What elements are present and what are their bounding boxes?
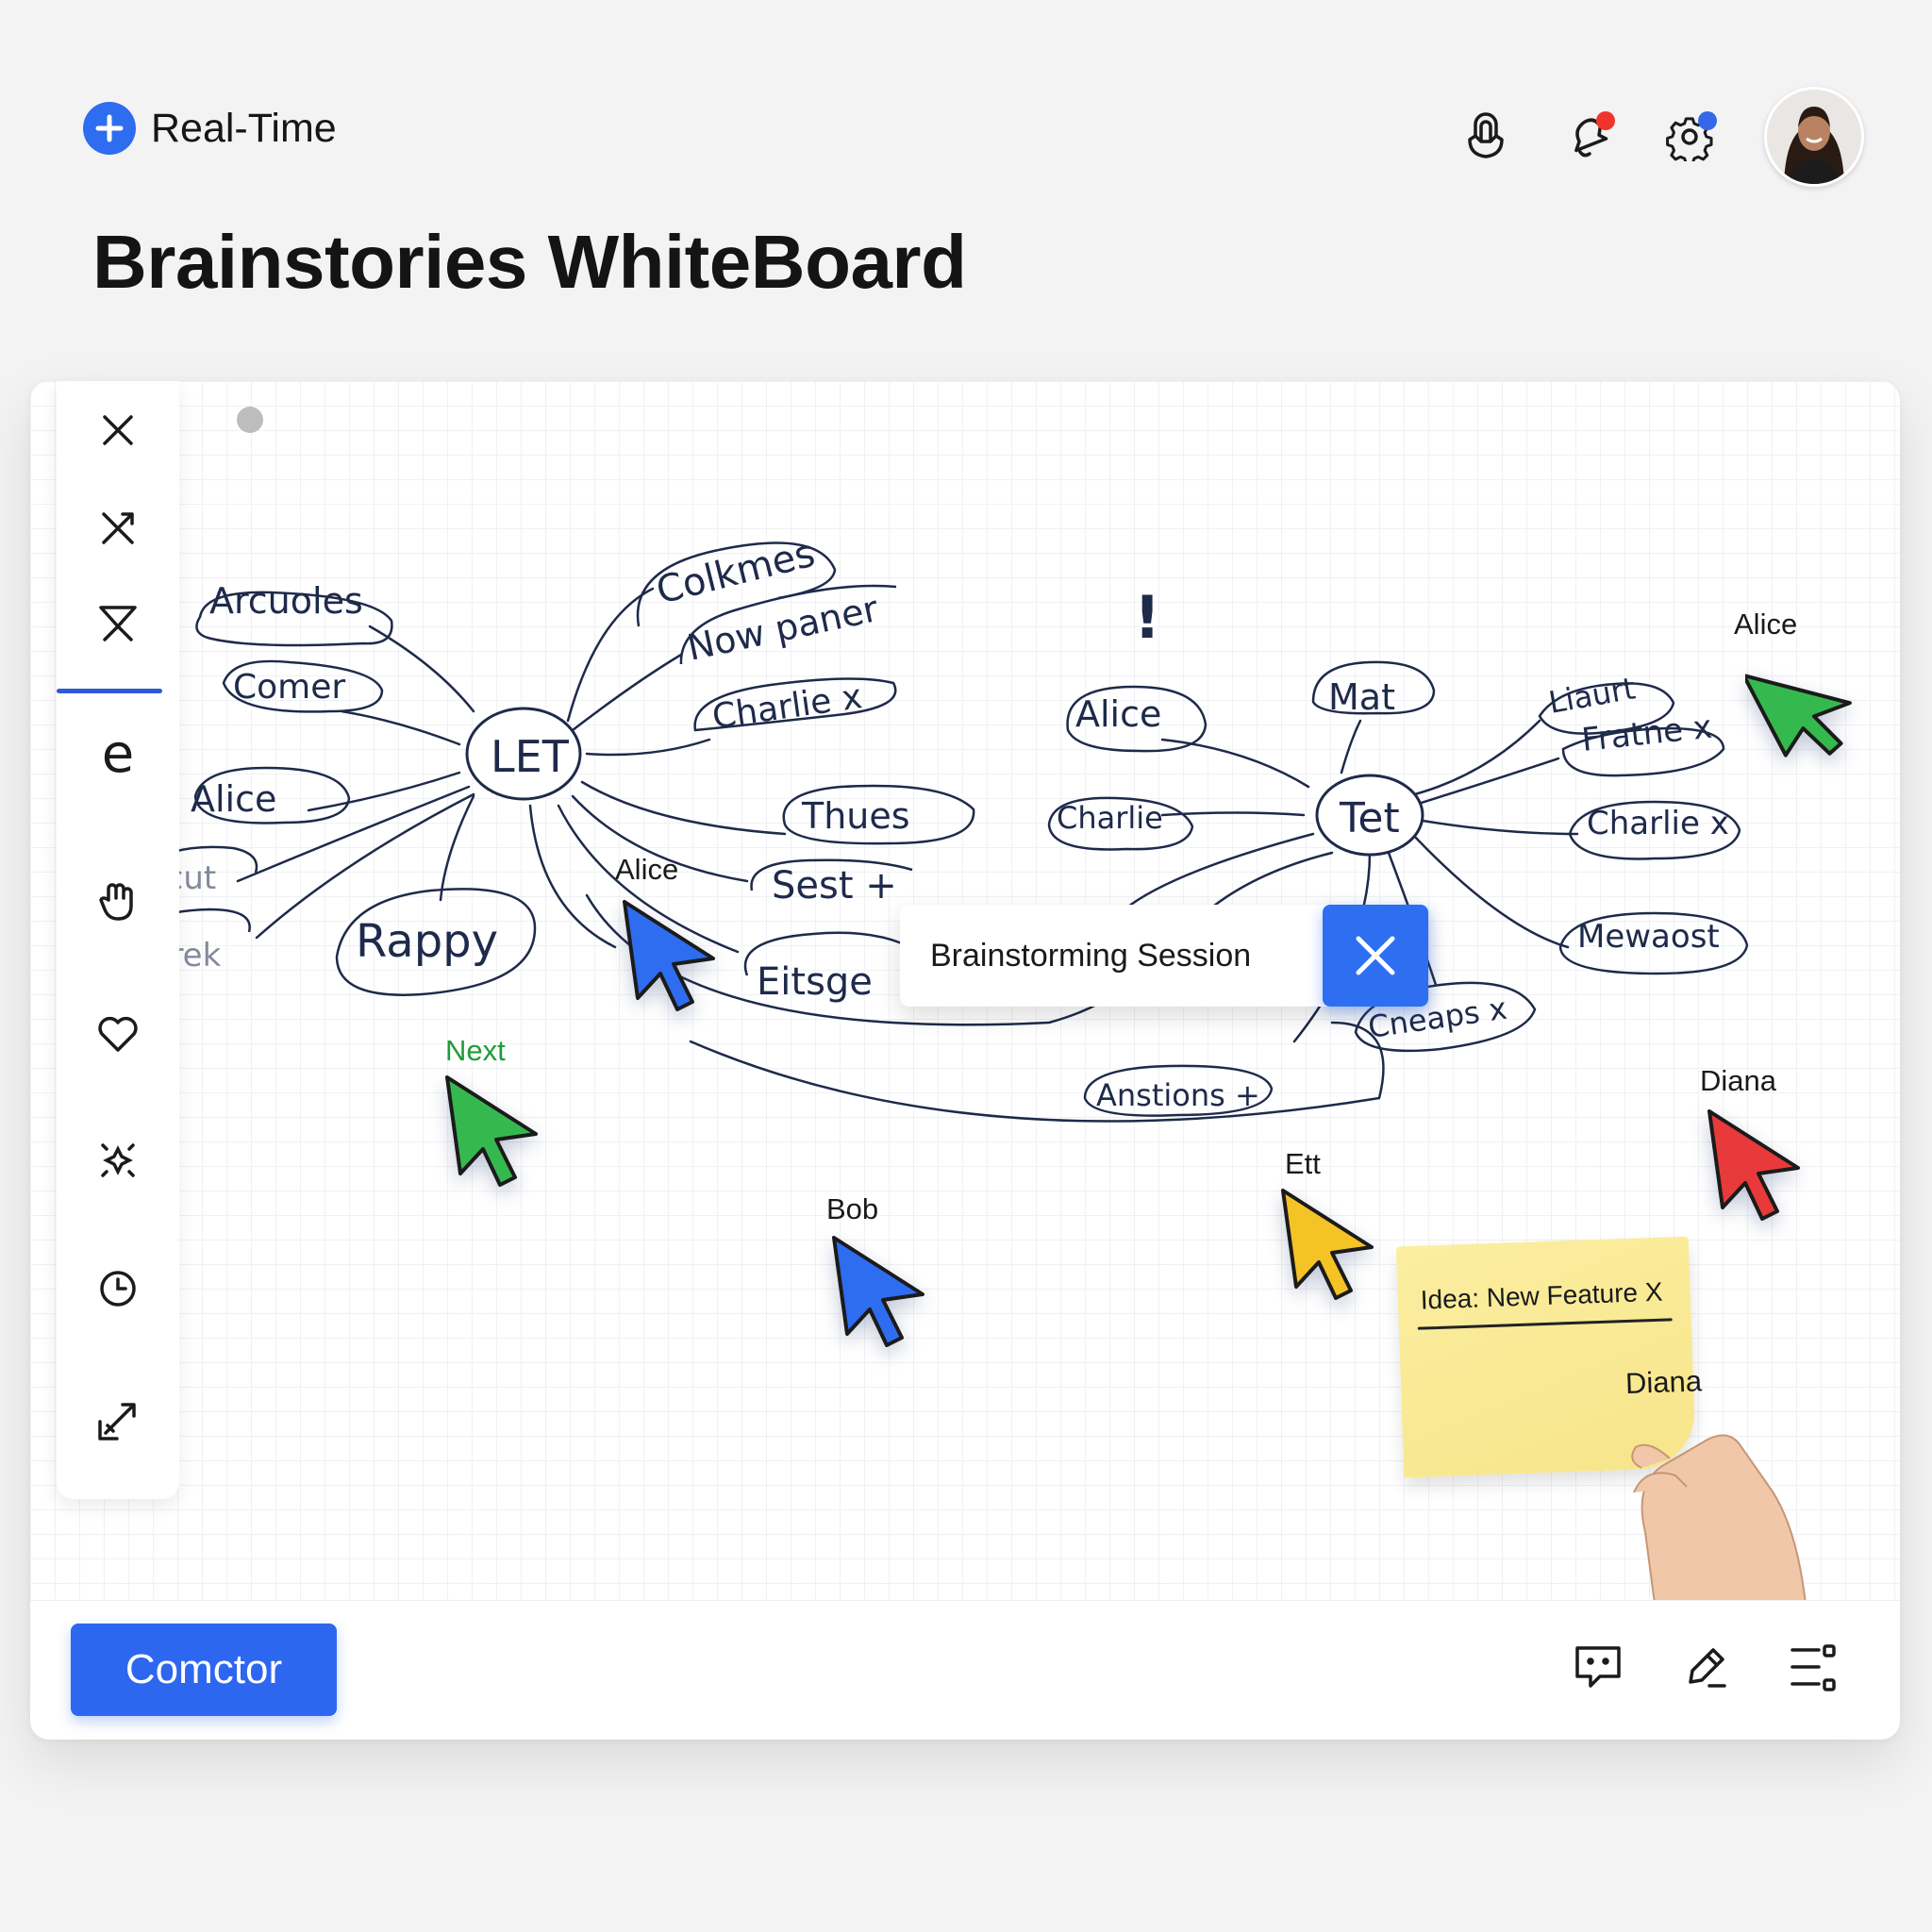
cursor-ett[interactable]: [1274, 1183, 1385, 1306]
mindmap-node[interactable]: Arcuoles: [209, 580, 363, 622]
mindmap-node[interactable]: Charlie x: [1587, 805, 1729, 842]
clock-icon[interactable]: [88, 1258, 148, 1319]
cursor-label: Diana: [1700, 1064, 1776, 1097]
mindmap-hub-left[interactable]: LET: [491, 731, 570, 782]
session-label: Brainstorming Session: [930, 937, 1252, 974]
export-icon[interactable]: [88, 1391, 148, 1451]
notification-icon[interactable]: [1560, 109, 1615, 164]
cursor-label: Ett: [1285, 1147, 1321, 1180]
mindmap-node[interactable]: Alice: [1075, 693, 1161, 735]
mindmap-node[interactable]: Thues: [801, 795, 910, 837]
mindmap-node[interactable]: Charlie x: [710, 677, 865, 737]
cursor-alice-left[interactable]: [615, 894, 726, 1017]
session-close-button[interactable]: [1323, 905, 1428, 1007]
gesture-icon[interactable]: [1458, 109, 1513, 164]
settings-icon[interactable]: [1662, 109, 1717, 164]
mindmap-node[interactable]: Mewaost: [1577, 918, 1720, 956]
page-title: Brainstories WhiteBoard: [92, 220, 967, 304]
mindmap-node[interactable]: Rappy: [356, 915, 498, 968]
session-card: Brainstorming Session: [900, 905, 1428, 1007]
cursor-bob[interactable]: [824, 1230, 936, 1353]
list-settings-icon[interactable]: [1785, 1639, 1841, 1695]
active-tool-indicator: [57, 689, 162, 693]
mindmap-node[interactable]: Comer: [233, 668, 345, 707]
brand-name: Real-Time: [151, 105, 337, 151]
edit-icon[interactable]: [1677, 1639, 1734, 1695]
heart-icon[interactable]: [88, 1004, 148, 1064]
whiteboard-canvas[interactable]: LET Arcuoles Comer Alice Rcut Flirek Rap…: [30, 381, 1900, 1740]
mindmap-node[interactable]: Mat: [1328, 676, 1395, 718]
mindmap-hub-right[interactable]: Tet: [1339, 794, 1400, 842]
cursor-alice-right[interactable]: [1745, 657, 1866, 766]
left-toolbar: e: [57, 381, 179, 1499]
lasso-icon[interactable]: [88, 592, 148, 653]
notification-dot: [1596, 111, 1615, 130]
text-tool-icon[interactable]: e: [88, 724, 148, 785]
avatar[interactable]: [1764, 87, 1864, 187]
exclamation-mark: !: [1134, 583, 1160, 652]
hand-tool-icon[interactable]: [88, 870, 148, 930]
cursor-label: Next: [445, 1034, 506, 1067]
cursor-label: Alice: [615, 853, 679, 886]
mindmap-node[interactable]: Sest +: [772, 864, 897, 908]
mindmap-node[interactable]: Alice: [191, 778, 276, 820]
sticky-note-underline: [1417, 1318, 1673, 1330]
close-icon[interactable]: [88, 400, 148, 460]
mindmap-node[interactable]: Colkmes: [652, 532, 819, 613]
mindmap-node[interactable]: Anstions +: [1096, 1077, 1260, 1113]
cursor-label: Alice: [1734, 608, 1798, 641]
brand[interactable]: Real-Time: [83, 102, 337, 155]
cursor-next[interactable]: [438, 1070, 549, 1192]
comment-icon[interactable]: [1570, 1639, 1626, 1695]
mindmap-node[interactable]: Eitsge: [757, 960, 873, 1004]
plus-icon[interactable]: [83, 102, 136, 155]
bottom-actions: [1570, 1639, 1841, 1695]
sticky-note-text: Idea: New Feature X: [1420, 1276, 1664, 1315]
cursor-label: Bob: [826, 1192, 879, 1225]
hand-illustration: [1631, 1434, 1807, 1604]
header-actions: [1458, 87, 1864, 187]
shuffle-icon[interactable]: [88, 498, 148, 558]
connect-button[interactable]: Comctor: [71, 1624, 337, 1716]
mindmap-node[interactable]: Charlie: [1057, 800, 1163, 836]
cursor-diana[interactable]: [1700, 1104, 1811, 1226]
text-tool-glyph: e: [101, 724, 135, 785]
mindmap-node[interactable]: Liaurt: [1546, 670, 1639, 720]
sparkle-icon[interactable]: [88, 1130, 148, 1191]
bottom-bar: Comctor: [30, 1600, 1900, 1740]
mindmap-node[interactable]: Fratne x: [1580, 708, 1714, 759]
settings-dot: [1698, 111, 1717, 130]
